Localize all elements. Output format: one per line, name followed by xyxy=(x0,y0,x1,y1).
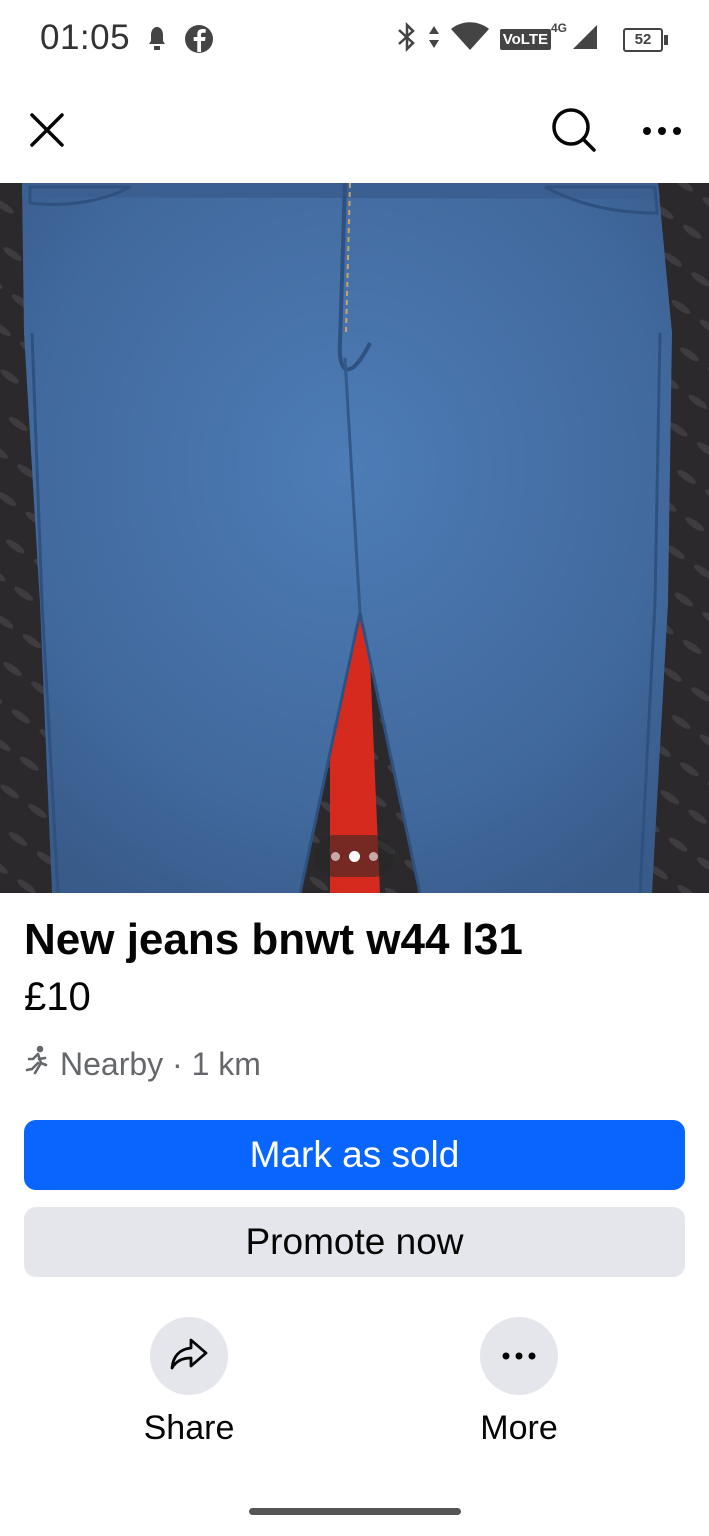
status-time: 01:05 xyxy=(40,18,131,57)
facebook-icon xyxy=(184,24,214,59)
more-label: More xyxy=(480,1409,558,1447)
listing-location: Nearby · 1 km xyxy=(24,1045,261,1083)
close-icon xyxy=(29,112,65,153)
data-arrows-icon xyxy=(428,23,440,56)
search-icon xyxy=(551,107,597,158)
share-label: Share xyxy=(143,1409,235,1447)
promote-now-button[interactable]: Promote now xyxy=(24,1207,685,1277)
search-button[interactable] xyxy=(544,102,604,162)
share-arrow-icon xyxy=(169,1337,209,1376)
more-horizontal-icon xyxy=(642,123,682,141)
location-text: Nearby · 1 km xyxy=(60,1045,261,1082)
listing-price: £10 xyxy=(24,975,91,1019)
photo-carousel-indicator xyxy=(314,835,394,877)
carousel-dot xyxy=(368,851,378,861)
walking-person-icon xyxy=(24,1045,52,1083)
close-button[interactable] xyxy=(17,102,77,162)
listing-title: New jeans bnwt w44 l31 xyxy=(24,915,523,964)
carousel-dot xyxy=(330,851,340,861)
share-button[interactable]: Share xyxy=(109,1317,269,1448)
more-button[interactable]: More xyxy=(439,1317,599,1448)
battery-icon: 52 xyxy=(623,27,668,52)
top-nav xyxy=(0,90,709,176)
more-horizontal-icon xyxy=(502,1347,536,1365)
mark-as-sold-button[interactable]: Mark as sold xyxy=(24,1120,685,1190)
jeans-photo-illustration xyxy=(0,183,709,893)
carousel-dot-active xyxy=(348,850,360,862)
wifi-icon xyxy=(450,22,490,57)
promote-now-label: Promote now xyxy=(245,1221,464,1262)
bluetooth-icon xyxy=(396,21,418,57)
mark-as-sold-label: Mark as sold xyxy=(249,1134,460,1175)
more-options-button[interactable] xyxy=(632,102,692,162)
signal-icon xyxy=(571,23,599,56)
listing-photo[interactable] xyxy=(0,183,709,893)
notification-bell-icon xyxy=(148,25,166,58)
status-bar: 01:05 VoLTE 4G 52 xyxy=(0,0,709,80)
volte-badge: VoLTE 4G xyxy=(499,21,567,50)
home-indicator[interactable] xyxy=(249,1508,461,1515)
